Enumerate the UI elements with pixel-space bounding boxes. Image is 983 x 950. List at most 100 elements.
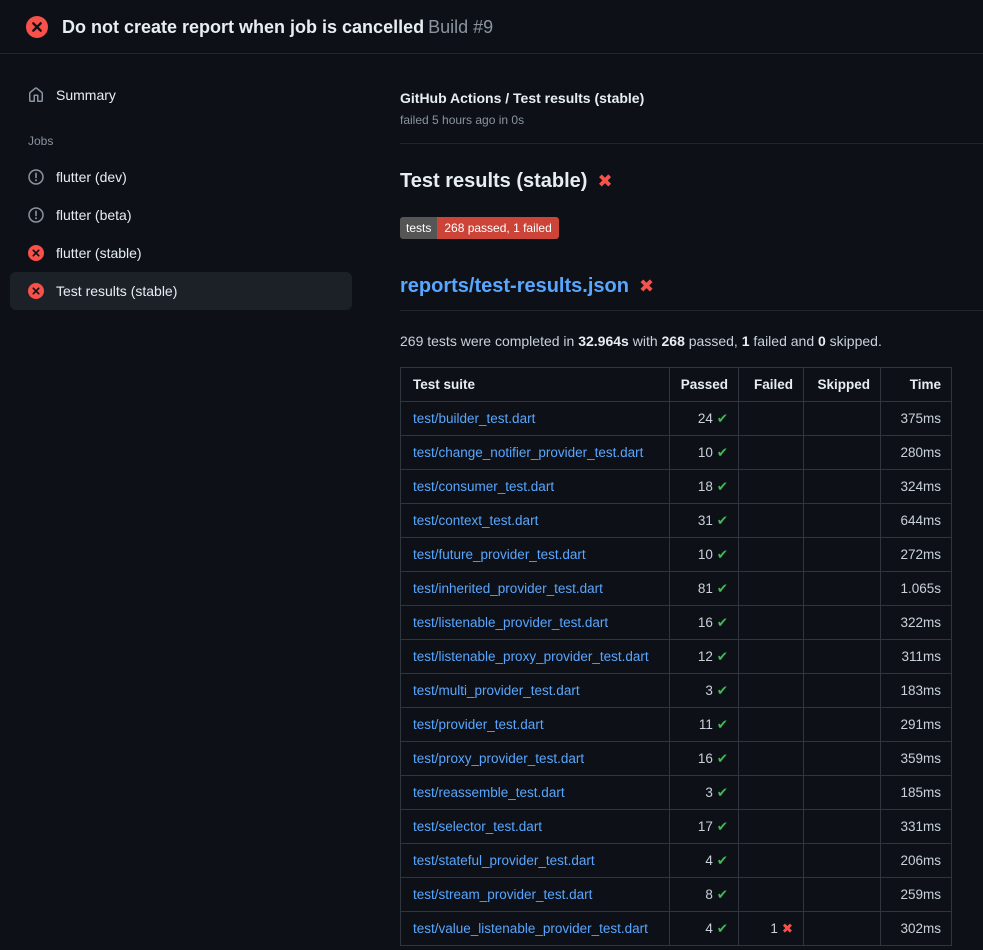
- test-suite-cell: test/consumer_test.dart: [401, 470, 670, 504]
- passed-cell: 4 ✔: [670, 912, 739, 946]
- failed-cell: ✖: [739, 640, 804, 674]
- skipped-cell: [804, 504, 881, 538]
- passed-cell: 4 ✔: [670, 844, 739, 878]
- time-cell: 302ms: [881, 912, 952, 946]
- x-circle-fill-icon: [28, 245, 44, 261]
- check-run-header: Do not create report when job is cancell…: [0, 0, 983, 54]
- passed-cell: 24 ✔: [670, 402, 739, 436]
- report-title: reports/test-results.json ✖: [400, 275, 983, 311]
- test-suite-cell: test/change_notifier_provider_test.dart: [401, 436, 670, 470]
- check-icon: ✔: [717, 513, 728, 528]
- passed-cell: 8 ✔: [670, 878, 739, 912]
- test-suite-cell: test/context_test.dart: [401, 504, 670, 538]
- sidebar-item-flutter-beta[interactable]: flutter (beta): [10, 196, 352, 234]
- jobs-section-label: Jobs: [10, 114, 352, 158]
- check-icon: ✔: [717, 717, 728, 732]
- test-suite-link[interactable]: test/builder_test.dart: [413, 411, 535, 426]
- status-line: failed 5 hours ago in 0s: [400, 113, 983, 127]
- table-row: test/future_provider_test.dart 10 ✔ ✖ 27…: [401, 538, 952, 572]
- test-suite-cell: test/multi_provider_test.dart: [401, 674, 670, 708]
- table-row: test/reassemble_test.dart 3 ✔ ✖ 185ms: [401, 776, 952, 810]
- check-icon: ✔: [717, 751, 728, 766]
- test-suite-link[interactable]: test/stateful_provider_test.dart: [413, 853, 595, 868]
- time-cell: 291ms: [881, 708, 952, 742]
- skipped-cell: [804, 912, 881, 946]
- check-icon: ✔: [717, 411, 728, 426]
- test-suite-link[interactable]: test/context_test.dart: [413, 513, 538, 528]
- time-cell: 185ms: [881, 776, 952, 810]
- column-header-failed: Failed: [739, 368, 804, 402]
- section-title: Test results (stable) ✖: [400, 170, 983, 193]
- passed-cell: 81 ✔: [670, 572, 739, 606]
- stop-circle-icon: [28, 207, 44, 223]
- failed-cell: ✖: [739, 742, 804, 776]
- main-content: GitHub Actions / Test results (stable) f…: [362, 54, 983, 946]
- passed-cell: 16 ✔: [670, 606, 739, 640]
- test-suite-cell: test/inherited_provider_test.dart: [401, 572, 670, 606]
- column-header-passed: Passed: [670, 368, 739, 402]
- test-suite-link[interactable]: test/stream_provider_test.dart: [413, 887, 592, 902]
- time-cell: 206ms: [881, 844, 952, 878]
- test-suite-cell: test/future_provider_test.dart: [401, 538, 670, 572]
- passed-cell: 17 ✔: [670, 810, 739, 844]
- test-suite-cell: test/provider_test.dart: [401, 708, 670, 742]
- test-suite-cell: test/proxy_provider_test.dart: [401, 742, 670, 776]
- skipped-cell: [804, 742, 881, 776]
- check-icon: ✔: [717, 819, 728, 834]
- test-suite-link[interactable]: test/value_listenable_provider_test.dart: [413, 921, 648, 936]
- check-icon: ✔: [717, 683, 728, 698]
- stop-circle-icon: [28, 169, 44, 185]
- time-cell: 322ms: [881, 606, 952, 640]
- check-run-name: Do not create report when job is cancell…: [62, 17, 424, 37]
- test-suite-link[interactable]: test/provider_test.dart: [413, 717, 544, 732]
- x-circle-fill-icon: [26, 16, 48, 38]
- divider: [400, 143, 983, 144]
- table-row: test/builder_test.dart 24 ✔ ✖ 375ms: [401, 402, 952, 436]
- passed-cell: 16 ✔: [670, 742, 739, 776]
- test-suite-link[interactable]: test/future_provider_test.dart: [413, 547, 586, 562]
- sidebar-item-flutter-dev[interactable]: flutter (dev): [10, 158, 352, 196]
- failed-cell: ✖: [739, 572, 804, 606]
- test-suite-link[interactable]: test/selector_test.dart: [413, 819, 542, 834]
- report-link[interactable]: reports/test-results.json: [400, 275, 629, 298]
- column-header-test-suite: Test suite: [401, 368, 670, 402]
- test-suite-cell: test/selector_test.dart: [401, 810, 670, 844]
- table-header-row: Test suite Passed Failed Skipped Time: [401, 368, 952, 402]
- check-icon: ✔: [717, 581, 728, 596]
- table-row: test/provider_test.dart 11 ✔ ✖ 291ms: [401, 708, 952, 742]
- test-suite-link[interactable]: test/consumer_test.dart: [413, 479, 554, 494]
- sidebar-item-test-results-stable[interactable]: Test results (stable): [10, 272, 352, 310]
- test-suite-link[interactable]: test/listenable_proxy_provider_test.dart: [413, 649, 649, 664]
- check-icon: ✔: [717, 547, 728, 562]
- table-row: test/value_listenable_provider_test.dart…: [401, 912, 952, 946]
- skipped-cell: [804, 810, 881, 844]
- failed-cell: ✖: [739, 402, 804, 436]
- test-suite-link[interactable]: test/change_notifier_provider_test.dart: [413, 445, 643, 460]
- time-cell: 331ms: [881, 810, 952, 844]
- skipped-cell: [804, 640, 881, 674]
- test-suite-link[interactable]: test/inherited_provider_test.dart: [413, 581, 603, 596]
- check-icon: ✔: [717, 445, 728, 460]
- test-suite-link[interactable]: test/multi_provider_test.dart: [413, 683, 580, 698]
- test-suite-cell: test/value_listenable_provider_test.dart: [401, 912, 670, 946]
- sidebar-item-summary[interactable]: Summary: [10, 76, 352, 114]
- test-suite-link[interactable]: test/proxy_provider_test.dart: [413, 751, 584, 766]
- failed-cell: ✖: [739, 504, 804, 538]
- table-row: test/change_notifier_provider_test.dart …: [401, 436, 952, 470]
- column-header-skipped: Skipped: [804, 368, 881, 402]
- table-row: test/inherited_provider_test.dart 81 ✔ ✖…: [401, 572, 952, 606]
- test-suite-cell: test/listenable_provider_test.dart: [401, 606, 670, 640]
- table-row: test/context_test.dart 31 ✔ ✖ 644ms: [401, 504, 952, 538]
- test-suite-cell: test/stream_provider_test.dart: [401, 878, 670, 912]
- sidebar-item-flutter-stable[interactable]: flutter (stable): [10, 234, 352, 272]
- skipped-cell: [804, 572, 881, 606]
- test-suite-link[interactable]: test/listenable_provider_test.dart: [413, 615, 608, 630]
- failed-cell: ✖: [739, 810, 804, 844]
- time-cell: 324ms: [881, 470, 952, 504]
- test-suite-link[interactable]: test/reassemble_test.dart: [413, 785, 565, 800]
- failed-cell: ✖: [739, 674, 804, 708]
- time-cell: 183ms: [881, 674, 952, 708]
- passed-cell: 12 ✔: [670, 640, 739, 674]
- skipped-cell: [804, 878, 881, 912]
- passed-cell: 3 ✔: [670, 776, 739, 810]
